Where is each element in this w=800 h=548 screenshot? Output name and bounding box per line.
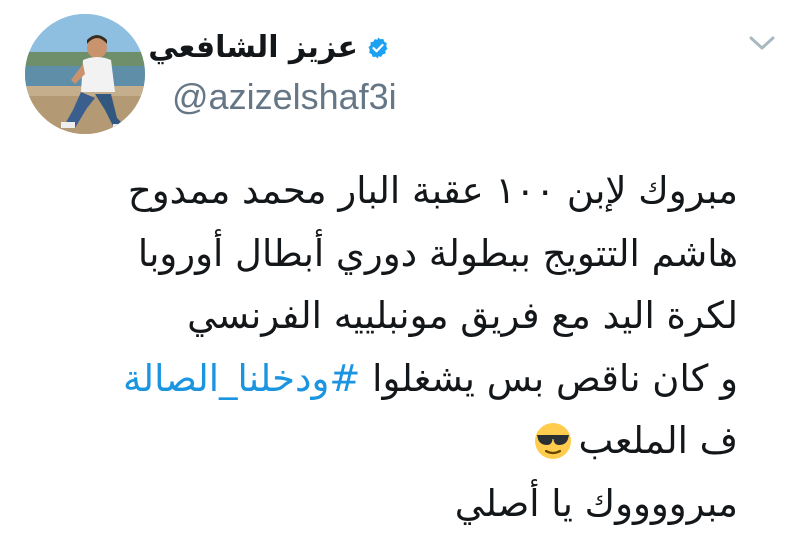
profile-photo [25,14,145,134]
tweet-line: لكرة اليد مع فريق مونبلييه الفرنسي [187,294,738,337]
hashtag-link[interactable]: #ودخلنا_الصالة [123,357,360,400]
tweet-line: هاشم التتويج ببطولة دوري أبطال أوروبا [137,231,738,275]
tweet-line: مبرووووك يا أصلي [454,481,738,525]
tweet-line: مبروك لإبن ١٠٠ عقبة البار محمد ممدوح [127,169,738,212]
chevron-down-icon[interactable] [748,34,776,52]
verified-badge-icon [368,37,388,58]
author-handle[interactable]: @azizelshaf3i [172,76,397,118]
tweet-line: و كان ناقص بس يشغلوا #ودخلنا_الصالة [28,348,738,411]
tweet-text: مبروك لإبن ١٠٠ عقبة البار محمد ممدوح هاش… [28,160,738,535]
sunglasses-face-emoji [534,423,571,459]
author-display-name[interactable]: عزيز الشافعي [148,30,358,65]
tweet-text-segment: و كان ناقص بس يشغلوا [360,356,738,400]
author-avatar[interactable] [25,14,145,134]
author-name-row[interactable]: عزيز الشافعي [148,30,390,65]
tweet-text-segment: ف الملعب [578,419,739,462]
tweet-line: ف الملعب [28,410,738,473]
